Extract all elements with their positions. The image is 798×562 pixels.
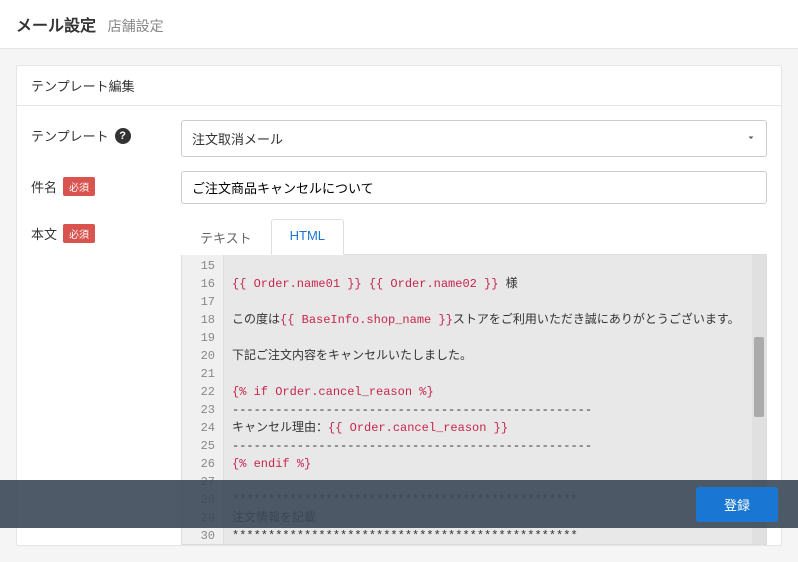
- tab-text[interactable]: テキスト: [181, 219, 271, 255]
- line-number: 25: [182, 437, 215, 455]
- code-line[interactable]: [232, 293, 744, 311]
- row-template: テンプレート ? 注文取消メール: [31, 120, 767, 157]
- code-line[interactable]: {{ Order.name01 }} {{ Order.name02 }} 様: [232, 275, 744, 293]
- line-number: 16: [182, 275, 215, 293]
- panel-template-edit: テンプレート編集 テンプレート ? 注文取消メール 件名 必須: [16, 65, 782, 546]
- code-line[interactable]: [232, 257, 744, 275]
- scroll-thumb[interactable]: [754, 337, 764, 417]
- footer-bar: 登録: [0, 480, 798, 528]
- code-line[interactable]: [232, 329, 744, 347]
- page-subtitle: 店舗設定: [108, 18, 164, 34]
- page-title: メール設定: [16, 18, 96, 35]
- row-subject: 件名 必須: [31, 171, 767, 204]
- code-line[interactable]: ----------------------------------------…: [232, 437, 744, 455]
- subject-input[interactable]: [181, 171, 767, 204]
- template-select[interactable]: 注文取消メール: [181, 120, 767, 157]
- code-line[interactable]: この度は{{ BaseInfo.shop_name }}ストアをご利用いただき誠…: [232, 311, 744, 329]
- line-number: 15: [182, 257, 215, 275]
- tab-html[interactable]: HTML: [271, 219, 344, 255]
- line-number: 23: [182, 401, 215, 419]
- submit-button[interactable]: 登録: [696, 487, 778, 522]
- page-header: メール設定 店舗設定: [0, 0, 798, 49]
- required-badge: 必須: [63, 224, 95, 243]
- help-icon[interactable]: ?: [115, 128, 131, 144]
- code-line[interactable]: キャンセル理由：{{ Order.cancel_reason }}: [232, 419, 744, 437]
- line-number: 26: [182, 455, 215, 473]
- line-number: 22: [182, 383, 215, 401]
- line-number: 20: [182, 347, 215, 365]
- code-line[interactable]: [232, 365, 744, 383]
- code-line[interactable]: {% endif %}: [232, 455, 744, 473]
- code-line[interactable]: {% if Order.cancel_reason %}: [232, 383, 744, 401]
- code-line[interactable]: ----------------------------------------…: [232, 401, 744, 419]
- required-badge: 必須: [63, 177, 95, 196]
- line-number: 17: [182, 293, 215, 311]
- panel-title: テンプレート編集: [17, 66, 781, 106]
- body-label: 本文: [31, 224, 57, 243]
- subject-label: 件名: [31, 177, 57, 196]
- line-number: 24: [182, 419, 215, 437]
- code-line[interactable]: 下記ご注文内容をキャンセルいたしました。: [232, 347, 744, 365]
- editor-tabs: テキスト HTML: [181, 218, 767, 255]
- line-number: 19: [182, 329, 215, 347]
- code-line[interactable]: ****************************************…: [232, 527, 744, 544]
- line-number: 30: [182, 527, 215, 545]
- template-label: テンプレート: [31, 126, 109, 145]
- line-number: 21: [182, 365, 215, 383]
- line-number: 18: [182, 311, 215, 329]
